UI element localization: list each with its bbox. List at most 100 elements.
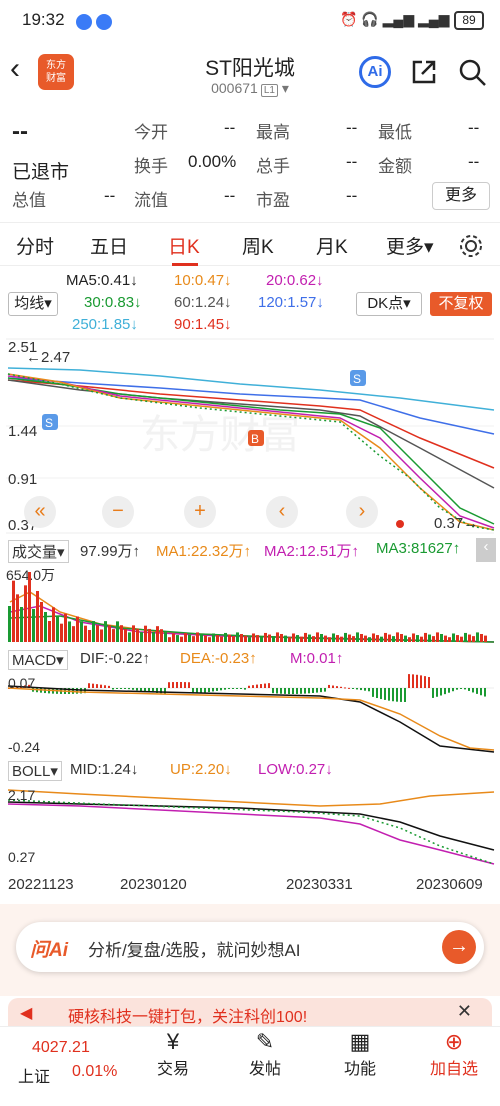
label-low: 最低 <box>378 123 412 142</box>
volume-ma2: MA2:12.51万↑ <box>264 543 360 560</box>
macd-bar <box>228 688 230 690</box>
volume-bar <box>40 602 43 642</box>
volume-bar <box>444 635 447 642</box>
ma5-value: MA5:0.41↓ <box>66 272 138 289</box>
status-bar: 19:32 ⏰ 🎧 ▂▄▆ ▂▄▆ 89 <box>0 0 500 44</box>
bottom-bar: 4027.21 上证 0.01% ¥ 交易 ✎ 发帖 ▦ 功能 ⊕ 加自选 <box>0 1026 500 1106</box>
collapse-panel-button[interactable]: ‹ <box>476 538 496 562</box>
tab-weekly-k[interactable]: 周K <box>242 232 274 259</box>
macd-bar <box>180 682 182 688</box>
volume-bar <box>204 635 207 642</box>
macd-bar <box>364 688 366 691</box>
volume-bar <box>120 625 123 642</box>
close-icon[interactable]: ✕ <box>457 1001 472 1022</box>
watermark-logo: 东方财富 <box>140 413 300 457</box>
macd-bar <box>424 676 426 688</box>
kline-chart[interactable]: 东方财富 2.51 1.44 0.91 0.37 ←2.47 0.37→ S S… <box>0 338 500 534</box>
macd-bar <box>272 688 274 694</box>
macd-bar <box>240 688 242 689</box>
volume-bar <box>220 636 223 642</box>
tab-minute[interactable]: 分时 <box>16 232 54 259</box>
settings-gear-icon[interactable] <box>458 233 484 259</box>
add-watchlist-button[interactable]: ⊕ 加自选 <box>424 1027 484 1079</box>
grid-icon: ▦ <box>349 1029 371 1054</box>
notification-icon <box>76 14 92 30</box>
macd-bar <box>96 684 98 688</box>
volume-bar <box>312 636 315 642</box>
volume-ma3: MA3:81627↑ <box>376 540 461 557</box>
volume-bar <box>424 632 427 642</box>
macd-bar <box>300 688 302 694</box>
tab-five-day[interactable]: 五日 <box>90 232 128 259</box>
macd-chart: 0.07 -0.24 <box>6 674 495 755</box>
macd-dif: DIF:-0.22↑ <box>80 650 151 667</box>
volume-bar <box>232 636 235 642</box>
ai-icon[interactable]: Ai <box>359 56 391 88</box>
volume-bar <box>276 632 279 642</box>
trade-button[interactable]: ¥ 交易 <box>148 1027 198 1079</box>
volume-bar <box>384 632 387 642</box>
macd-bar <box>136 688 138 691</box>
macd-bar <box>460 688 462 689</box>
macd-indicator-select[interactable]: MACD▾ <box>8 650 68 670</box>
tab-more[interactable]: 更多▾ <box>386 232 434 259</box>
scroll-left-far-button[interactable]: « <box>24 496 56 528</box>
volume-bar <box>24 585 27 642</box>
volume-bar <box>236 632 239 642</box>
volume-bar <box>112 629 115 642</box>
macd-bar <box>88 683 90 688</box>
macd-bar <box>332 685 334 688</box>
volume-bar <box>400 634 403 642</box>
ma120-value: 120:1.57↓ <box>258 294 324 311</box>
macd-bar <box>244 688 246 690</box>
scroll-left-button[interactable]: ‹ <box>266 496 298 528</box>
scroll-right-button[interactable]: › <box>346 496 378 528</box>
volume-indicator-select[interactable]: 成交量▾ <box>8 540 69 563</box>
ask-ai-bar[interactable]: 问Ai 分析/复盘/选股，就问妙想AI → <box>16 922 484 972</box>
volume-bar <box>216 635 219 642</box>
macd-bar <box>376 688 378 699</box>
volume-bar <box>172 633 175 642</box>
search-icon[interactable] <box>458 58 488 88</box>
volume-bar <box>240 634 243 642</box>
volume-bar <box>56 616 59 642</box>
volume-bar <box>264 632 267 642</box>
macd-bar <box>316 688 318 693</box>
boll-indicator-select[interactable]: BOLL▾ <box>8 761 62 781</box>
zoom-out-button[interactable]: − <box>102 496 134 528</box>
volume-bar <box>340 636 343 642</box>
macd-bar <box>268 683 270 688</box>
share-icon[interactable] <box>410 58 438 86</box>
more-quote-button[interactable]: 更多 <box>432 182 490 210</box>
dk-point-select[interactable]: DK点▾ <box>356 292 422 316</box>
ask-ai-arrow-icon[interactable]: → <box>442 930 476 964</box>
zoom-in-button[interactable]: + <box>184 496 216 528</box>
macd-bar <box>248 685 250 688</box>
macd-bar <box>172 682 174 688</box>
volume-bar <box>260 636 263 642</box>
tab-monthly-k[interactable]: 月K <box>316 232 348 259</box>
no-adjust-button[interactable]: 不复权 <box>430 292 492 316</box>
tab-daily-k[interactable]: 日K <box>168 232 200 259</box>
date-label: 20230120 <box>120 876 187 893</box>
volume-bar <box>16 594 19 642</box>
boll-low: LOW:0.27↓ <box>258 761 333 778</box>
volume-bar <box>308 634 311 642</box>
indicator-select[interactable]: 均线▾ <box>8 292 58 316</box>
boll-chart: 2.17 0.27 <box>7 787 495 865</box>
volume-bar <box>152 632 155 642</box>
macd-bar <box>320 688 322 693</box>
macd-bar <box>360 688 362 691</box>
macd-bar <box>140 688 142 692</box>
functions-button[interactable]: ▦ 功能 <box>335 1027 385 1079</box>
post-button[interactable]: ✎ 发帖 <box>240 1027 290 1079</box>
functions-label: 功能 <box>343 1061 376 1078</box>
volume-bar <box>484 635 487 642</box>
current-point <box>396 520 404 528</box>
macd-bar <box>408 674 410 688</box>
boll-top: 2.17 <box>8 787 35 803</box>
promo-text: 硬核科技一键打包，关注科创100! <box>68 1009 308 1026</box>
macd-bar <box>392 688 394 702</box>
promo-banner[interactable]: ◀ 硬核科技一键打包，关注科创100! ✕ <box>8 998 492 1028</box>
macd-bar <box>280 688 282 694</box>
